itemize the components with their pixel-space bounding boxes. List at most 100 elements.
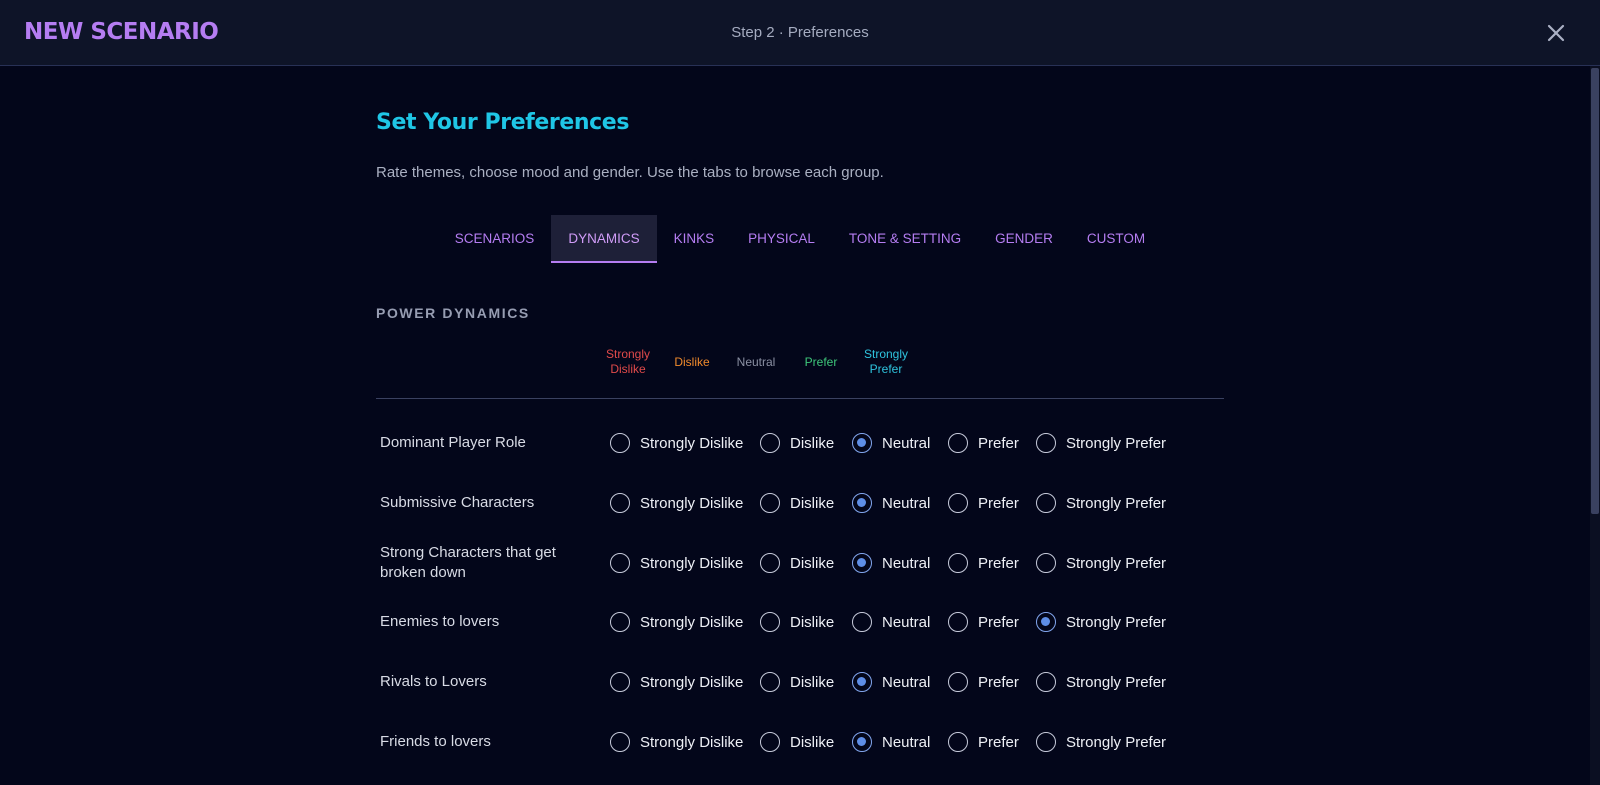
radio-circle-icon[interactable] (1036, 553, 1056, 573)
scrollbar-thumb[interactable] (1591, 68, 1599, 514)
radio-option-dislike[interactable]: Dislike (760, 492, 834, 514)
radio-option-strongly-prefer[interactable]: Strongly Prefer (1036, 492, 1166, 514)
radio-option-label: Strongly Prefer (1066, 733, 1167, 751)
radio-circle-icon[interactable] (760, 433, 780, 453)
radio-option-strongly-prefer[interactable]: Strongly Prefer (1036, 611, 1166, 633)
radio-circle-icon[interactable] (1036, 612, 1056, 632)
radio-option-strongly-dislike[interactable]: Strongly Dislike (610, 671, 743, 693)
radio-circle-icon[interactable] (948, 493, 968, 513)
radio-option-dislike[interactable]: Dislike (760, 552, 834, 574)
radio-circle-icon[interactable] (852, 433, 872, 453)
radio-option-prefer[interactable]: Prefer (948, 552, 1019, 574)
legend-strongly-prefer: Strongly Prefer (863, 347, 909, 376)
radio-option-label: Strongly Dislike (640, 494, 744, 512)
radio-circle-icon[interactable] (948, 732, 968, 752)
radio-option-label: Neutral (882, 613, 931, 631)
radio-circle-icon[interactable] (1036, 493, 1056, 513)
top-bar: NEW SCENARIO Step 2 · Preferences (0, 0, 1600, 66)
row-label: Enemies to lovers (380, 613, 500, 630)
preference-row-submissive-characters: Submissive Characters Strongly Dislike Dis… (376, 473, 1224, 533)
row-label: Submissive Characters (380, 494, 535, 511)
radio-option-label: Neutral (882, 494, 931, 512)
radio-circle-icon[interactable] (610, 732, 630, 752)
radio-option-label: Neutral (882, 434, 931, 452)
tab-custom[interactable]: CUSTOM (1070, 215, 1162, 263)
radio-option-dislike[interactable]: Dislike (760, 731, 834, 753)
radio-option-dislike[interactable]: Dislike (760, 432, 834, 454)
radio-circle-icon[interactable] (948, 672, 968, 692)
radio-option-strongly-prefer[interactable]: Strongly Prefer (1036, 731, 1166, 753)
radio-option-strongly-dislike[interactable]: Strongly Dislike (610, 731, 743, 753)
radio-option-neutral[interactable]: Neutral (852, 492, 930, 514)
radio-option-label: Dislike (790, 554, 835, 572)
radio-option-neutral[interactable]: Neutral (852, 432, 930, 454)
category-tabs: SCENARIOS DYNAMICS KINKS PHYSICAL TONE & SET… (376, 215, 1224, 263)
radio-circle-icon[interactable] (610, 493, 630, 513)
tab-gender[interactable]: GENDER (978, 215, 1070, 263)
radio-circle-icon[interactable] (1036, 433, 1056, 453)
radio-option-prefer[interactable]: Prefer (948, 492, 1019, 514)
radio-circle-icon[interactable] (948, 612, 968, 632)
radio-circle-icon[interactable] (760, 612, 780, 632)
radio-option-strongly-prefer[interactable]: Strongly Prefer (1036, 552, 1166, 574)
radio-circle-icon[interactable] (760, 672, 780, 692)
radio-circle-icon[interactable] (760, 493, 780, 513)
radio-option-label: Strongly Dislike (640, 554, 744, 572)
radio-circle-icon[interactable] (610, 672, 630, 692)
radio-circle-icon[interactable] (852, 553, 872, 573)
preference-row-strong-characters-that-get-broken-down: Strong Characters that get broken down St… (376, 533, 1224, 593)
page-title: Set Your Preferences (376, 110, 630, 135)
radio-circle-icon[interactable] (610, 553, 630, 573)
radio-option-label: Neutral (882, 733, 931, 751)
radio-option-neutral[interactable]: Neutral (852, 611, 930, 633)
row-label: Strong Characters that get broken down (380, 544, 556, 581)
radio-option-prefer[interactable]: Prefer (948, 611, 1019, 633)
preference-row-rivals-to-lovers: Rivals to Lovers Strongly Dislike Dislike N… (376, 652, 1224, 712)
tab-scenarios[interactable]: SCENARIOS (438, 215, 552, 263)
radio-circle-icon[interactable] (610, 433, 630, 453)
radio-option-dislike[interactable]: Dislike (760, 611, 834, 633)
step-indicator: Step 2 · Preferences (731, 24, 869, 41)
radio-circle-icon[interactable] (610, 612, 630, 632)
radio-option-strongly-dislike[interactable]: Strongly Dislike (610, 492, 743, 514)
tab-tone-setting[interactable]: TONE & SETTING (832, 215, 978, 263)
preference-row-enemies-to-lovers: Enemies to lovers Strongly Dislike Dislike… (376, 592, 1224, 652)
radio-circle-icon[interactable] (852, 732, 872, 752)
row-label: Dominant Player Role (380, 434, 526, 451)
radio-option-strongly-prefer[interactable]: Strongly Prefer (1036, 432, 1166, 454)
radio-option-dislike[interactable]: Dislike (760, 671, 834, 693)
radio-circle-icon[interactable] (852, 612, 872, 632)
tab-kinks[interactable]: KINKS (657, 215, 732, 263)
radio-circle-icon[interactable] (1036, 732, 1056, 752)
section-title: POWER DYNAMICS (376, 305, 530, 321)
radio-option-strongly-dislike[interactable]: Strongly Dislike (610, 611, 743, 633)
radio-option-prefer[interactable]: Prefer (948, 671, 1019, 693)
radio-circle-icon[interactable] (760, 732, 780, 752)
radio-option-label: Strongly Dislike (640, 434, 744, 452)
tab-physical[interactable]: PHYSICAL (731, 215, 832, 263)
radio-circle-icon[interactable] (852, 493, 872, 513)
preference-row-friends-to-lovers: Friends to lovers Strongly Dislike Dislike… (376, 712, 1224, 772)
radio-option-prefer[interactable]: Prefer (948, 731, 1019, 753)
radio-option-strongly-dislike[interactable]: Strongly Dislike (610, 432, 743, 454)
radio-circle-icon[interactable] (948, 433, 968, 453)
radio-option-neutral[interactable]: Neutral (852, 731, 930, 753)
radio-option-neutral[interactable]: Neutral (852, 671, 930, 693)
radio-option-label: Prefer (978, 613, 1019, 631)
close-button[interactable] (1543, 20, 1569, 46)
radio-option-label: Strongly Prefer (1066, 613, 1167, 631)
radio-circle-icon[interactable] (948, 553, 968, 573)
radio-option-label: Dislike (790, 434, 835, 452)
radio-option-label: Dislike (790, 673, 835, 691)
radio-option-label: Strongly Dislike (640, 673, 744, 691)
radio-option-strongly-dislike[interactable]: Strongly Dislike (610, 552, 743, 574)
radio-option-label: Prefer (978, 673, 1019, 691)
radio-circle-icon[interactable] (852, 672, 872, 692)
radio-circle-icon[interactable] (760, 553, 780, 573)
tab-dynamics[interactable]: DYNAMICS (551, 215, 657, 263)
radio-option-neutral[interactable]: Neutral (852, 552, 930, 574)
radio-option-prefer[interactable]: Prefer (948, 432, 1019, 454)
radio-circle-icon[interactable] (1036, 672, 1056, 692)
radio-option-strongly-prefer[interactable]: Strongly Prefer (1036, 671, 1166, 693)
radio-option-label: Neutral (882, 554, 931, 572)
